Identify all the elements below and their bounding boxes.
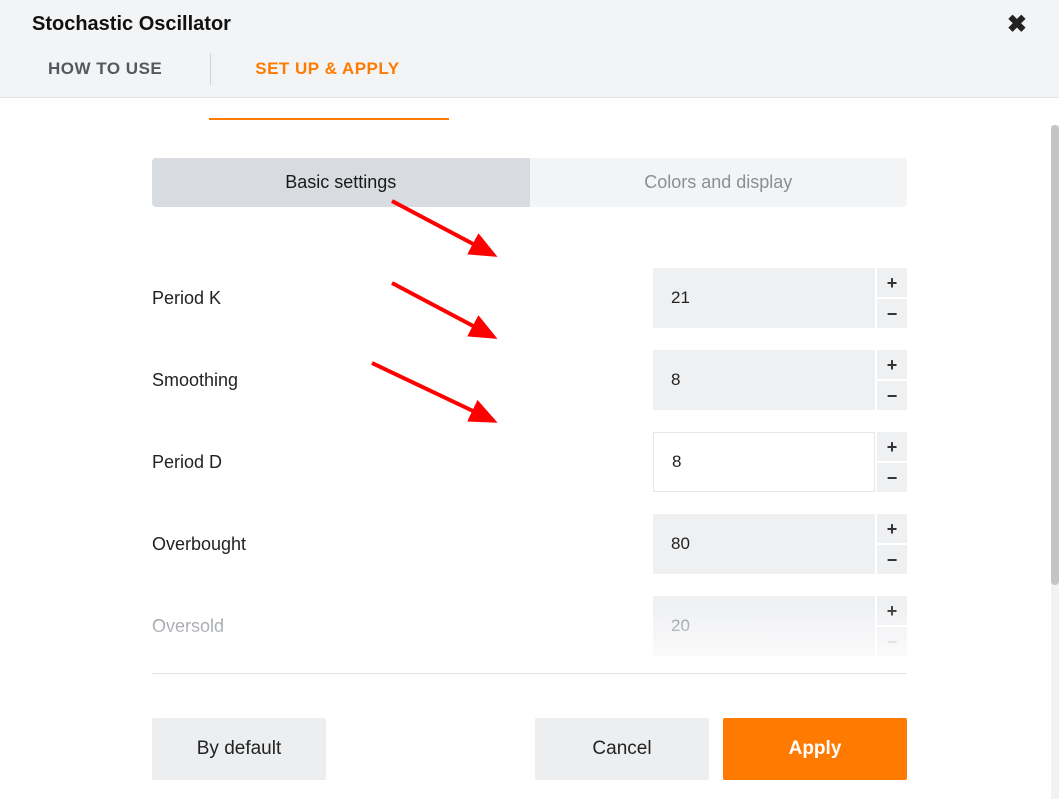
setting-row-oversold: Oversold + − bbox=[152, 585, 907, 667]
step-down-period-k[interactable]: − bbox=[877, 299, 907, 328]
by-default-button[interactable]: By default bbox=[152, 718, 326, 780]
input-oversold[interactable] bbox=[653, 596, 875, 656]
settings-tabs: Basic settings Colors and display bbox=[152, 158, 907, 207]
setting-row-overbought: Overbought + − bbox=[152, 503, 907, 585]
scrollbar-thumb[interactable] bbox=[1051, 125, 1059, 585]
annotation-arrow-1 bbox=[390, 199, 504, 261]
dialog-title: Stochastic Oscillator bbox=[32, 13, 231, 36]
step-down-smoothing[interactable]: − bbox=[877, 381, 907, 410]
tab-setup-apply[interactable]: SET UP & APPLY bbox=[255, 59, 447, 97]
main-tabs: HOW TO USE SET UP & APPLY bbox=[0, 45, 1059, 97]
tab-colors-display[interactable]: Colors and display bbox=[530, 158, 908, 207]
content-area: Basic settings Colors and display Period… bbox=[0, 98, 1059, 674]
divider bbox=[152, 673, 907, 674]
cancel-button[interactable]: Cancel bbox=[535, 718, 709, 780]
label-period-d: Period D bbox=[152, 452, 652, 473]
input-overbought[interactable] bbox=[653, 514, 875, 574]
close-icon[interactable]: ✖ bbox=[1007, 10, 1027, 39]
setting-row-period-d: Period D + − bbox=[152, 421, 907, 503]
step-up-period-k[interactable]: + bbox=[877, 268, 907, 297]
label-overbought: Overbought bbox=[152, 534, 652, 555]
label-smoothing: Smoothing bbox=[152, 370, 652, 391]
setting-row-period-k: Period K + − bbox=[152, 257, 907, 339]
dialog-header: Stochastic Oscillator ✖ HOW TO USE SET U… bbox=[0, 0, 1059, 98]
scrollbar-track[interactable] bbox=[1051, 125, 1059, 799]
step-up-period-d[interactable]: + bbox=[877, 432, 907, 461]
step-up-oversold[interactable]: + bbox=[877, 596, 907, 625]
input-smoothing[interactable] bbox=[653, 350, 875, 410]
setting-row-smoothing: Smoothing + − bbox=[152, 339, 907, 421]
settings-list: Period K + − Smoothing + − Period D bbox=[152, 257, 907, 674]
label-period-k: Period K bbox=[152, 288, 652, 309]
step-up-overbought[interactable]: + bbox=[877, 514, 907, 543]
input-period-k[interactable] bbox=[653, 268, 875, 328]
label-oversold: Oversold bbox=[152, 616, 652, 637]
tab-how-to-use[interactable]: HOW TO USE bbox=[48, 59, 210, 97]
tab-basic-settings[interactable]: Basic settings bbox=[152, 158, 530, 207]
step-up-smoothing[interactable]: + bbox=[877, 350, 907, 379]
step-down-oversold[interactable]: − bbox=[877, 627, 907, 656]
step-down-period-d[interactable]: − bbox=[877, 463, 907, 492]
apply-button[interactable]: Apply bbox=[723, 718, 907, 780]
step-down-overbought[interactable]: − bbox=[877, 545, 907, 574]
input-period-d[interactable] bbox=[653, 432, 875, 492]
footer-buttons: By default Cancel Apply bbox=[0, 674, 1059, 780]
tab-divider bbox=[210, 53, 211, 85]
